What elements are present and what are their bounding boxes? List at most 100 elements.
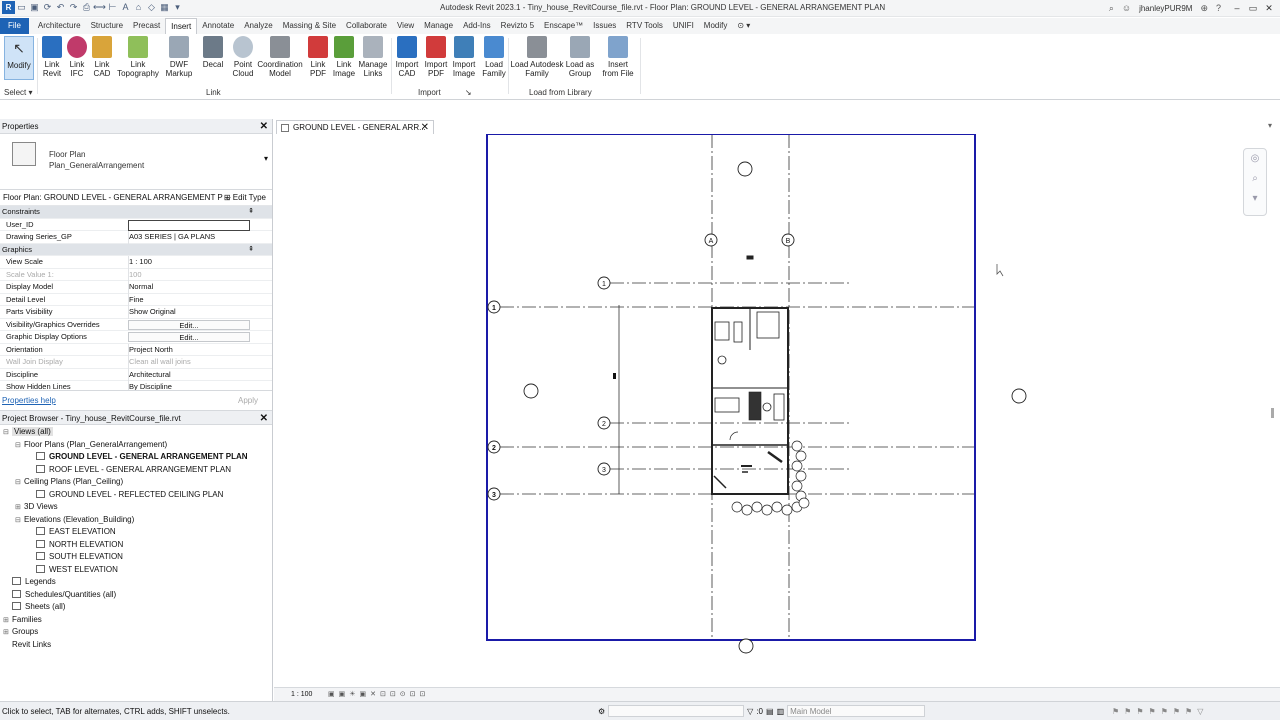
workset-dropdown[interactable]: [608, 705, 745, 717]
tab-insert[interactable]: Insert: [165, 18, 198, 34]
property-value[interactable]: By Discipline: [128, 381, 250, 390]
edit-button[interactable]: Edit...: [128, 319, 250, 330]
browser-item[interactable]: Schedules/Quantities (all): [0, 589, 272, 602]
link-revit-button[interactable]: Link Revit: [40, 36, 64, 78]
floor-plan-drawing[interactable]: A B 1 2 3 1 2 3: [274, 134, 1280, 687]
tab-add-ins[interactable]: Add-Ins: [458, 18, 496, 34]
print-icon[interactable]: ⎙: [80, 1, 93, 14]
browser-item[interactable]: GROUND LEVEL - REFLECTED CEILING PLAN: [0, 489, 272, 502]
drawing-canvas[interactable]: A B 1 2 3 1 2 3: [274, 134, 1280, 687]
load-autodesk-family-button[interactable]: Load Autodesk Family: [510, 36, 564, 78]
search-icon[interactable]: ⌕: [1106, 3, 1117, 14]
maximize-icon[interactable]: ▭: [1245, 3, 1261, 14]
link-image-button[interactable]: Link Image: [332, 36, 356, 78]
collapse-group-icon[interactable]: ⇞: [248, 206, 254, 219]
measure-icon[interactable]: ⟷: [93, 1, 106, 14]
tab-file[interactable]: File: [0, 18, 29, 34]
save-icon[interactable]: ▣: [28, 1, 41, 14]
view-controls-icons[interactable]: ▣▣☀▣✕⊡⊡⊙⊡⊡: [328, 688, 429, 702]
property-value[interactable]: 1 : 100: [128, 256, 250, 269]
tab-analyze[interactable]: Analyze: [239, 18, 277, 34]
browser-item[interactable]: Legends: [0, 576, 272, 589]
tab-collaborate[interactable]: Collaborate: [341, 18, 392, 34]
decal-button[interactable]: Decal: [200, 36, 226, 69]
browser-item[interactable]: ⊟ Elevations (Elevation_Building): [0, 514, 272, 527]
property-value[interactable]: Fine: [128, 293, 250, 306]
tab-view[interactable]: View: [392, 18, 419, 34]
browser-item[interactable]: SOUTH ELEVATION: [0, 551, 272, 564]
close-properties-icon[interactable]: ✕: [260, 119, 268, 134]
switch-windows-icon[interactable]: ▦: [158, 1, 171, 14]
customize-qat-icon[interactable]: ▾: [171, 1, 184, 14]
tab-ground-level-view[interactable]: GROUND LEVEL - GENERAL ARR... ✕: [276, 120, 434, 135]
user-name[interactable]: jhanleyPUR9M: [1136, 4, 1195, 13]
close-view-icon[interactable]: ✕: [421, 121, 429, 135]
coordination-model-button[interactable]: Coordination Model: [256, 36, 304, 78]
redo-icon[interactable]: ↷: [67, 1, 80, 14]
property-group[interactable]: Graphics ⇞: [0, 243, 272, 256]
navigation-bar[interactable]: ◎ ⌕ ▾: [1243, 148, 1267, 216]
minimize-icon[interactable]: –: [1229, 3, 1245, 13]
tab-modify[interactable]: Modify: [699, 18, 733, 34]
browser-item[interactable]: GROUND LEVEL - GENERAL ARRANGEMENT PLAN: [0, 451, 272, 464]
browser-item[interactable]: ⊟ Views (all): [0, 426, 272, 439]
tab-massing-site[interactable]: Massing & Site: [278, 18, 341, 34]
insert-from-file-button[interactable]: Insert from File: [600, 36, 636, 78]
property-value[interactable]: Show Original: [128, 306, 250, 319]
browser-item[interactable]: ⊟ Ceiling Plans (Plan_Ceiling): [0, 476, 272, 489]
apply-button[interactable]: Apply: [238, 395, 258, 407]
property-value[interactable]: Architectural: [128, 368, 250, 381]
nav-menu-icon[interactable]: ▾: [1244, 189, 1266, 209]
editable-only-icon[interactable]: ▤: [766, 702, 774, 721]
browser-item[interactable]: WEST ELEVATION: [0, 564, 272, 577]
tab-structure[interactable]: Structure: [86, 18, 128, 34]
import-pdf-button[interactable]: Import PDF: [422, 36, 450, 78]
import-cad-button[interactable]: Import CAD: [393, 36, 421, 78]
import-image-button[interactable]: Import Image: [450, 36, 478, 78]
tab-annotate[interactable]: Annotate: [197, 18, 239, 34]
browser-item[interactable]: ⊞ 3D Views: [0, 501, 272, 514]
property-group[interactable]: Constraints ⇞: [0, 206, 272, 219]
browser-item[interactable]: ⊞ Groups: [0, 626, 272, 639]
tab-issues[interactable]: Issues: [588, 18, 621, 34]
user-icon[interactable]: ☺: [1119, 3, 1134, 13]
close-icon[interactable]: ✕: [1261, 3, 1277, 14]
select-dropdown[interactable]: Select ▾: [4, 88, 32, 97]
browser-item[interactable]: ⊟ Floor Plans (Plan_GeneralArrangement): [0, 439, 272, 452]
load-family-button[interactable]: Load Family: [480, 36, 508, 78]
link-cad-button[interactable]: Link CAD: [90, 36, 114, 78]
tab-precast[interactable]: Precast: [128, 18, 165, 34]
open-icon[interactable]: ▭: [15, 1, 28, 14]
dimension-icon[interactable]: ⊢: [106, 1, 119, 14]
steering-wheel-icon[interactable]: ◎: [1244, 149, 1266, 169]
load-as-group-button[interactable]: Load as Group: [564, 36, 596, 78]
property-value[interactable]: A03 SERIES | GA PLANS: [128, 231, 250, 244]
section-icon[interactable]: ◇: [145, 1, 158, 14]
selection-toggles-icons[interactable]: ⚑⚑⚑⚑⚑⚑⚑▽: [1112, 702, 1208, 721]
worksets-icon[interactable]: ⚙: [598, 702, 605, 721]
edit-button[interactable]: Edit...: [128, 332, 250, 342]
view-tabs-menu-icon[interactable]: ▾: [1268, 121, 1272, 130]
design-option-dropdown[interactable]: Main Model: [787, 705, 926, 717]
edit-type-button[interactable]: ⊞ Edit Type: [224, 190, 266, 206]
type-selector[interactable]: Floor Plan Plan_GeneralArrangement ▾: [0, 134, 272, 190]
view-3d-icon[interactable]: ⌂: [132, 1, 145, 14]
link-topography-button[interactable]: Link Topography: [116, 36, 160, 78]
property-value[interactable]: [128, 219, 250, 231]
browser-item[interactable]: NORTH ELEVATION: [0, 539, 272, 552]
tab-architecture[interactable]: Architecture: [33, 18, 86, 34]
tab-rtv-tools[interactable]: RTV Tools: [621, 18, 668, 34]
link-ifc-button[interactable]: Link IFC: [66, 36, 88, 78]
instance-filter[interactable]: Floor Plan: GROUND LEVEL - GENERAL ARRAN…: [0, 190, 272, 206]
browser-item[interactable]: ROOF LEVEL - GENERAL ARRANGEMENT PLAN: [0, 464, 272, 477]
modify-button[interactable]: ↖ Modify: [4, 36, 34, 80]
dwf-markup-button[interactable]: DWF Markup: [164, 36, 194, 78]
close-browser-icon[interactable]: ✕: [260, 411, 268, 426]
tab-manage[interactable]: Manage: [419, 18, 458, 34]
chevron-down-icon[interactable]: ▾: [264, 154, 268, 163]
property-value[interactable]: Project North: [128, 343, 250, 356]
cart-icon[interactable]: ⊕: [1197, 3, 1211, 14]
link-pdf-button[interactable]: Link PDF: [306, 36, 330, 78]
ribbon-toggle-icon[interactable]: ⊙ ▾: [732, 18, 755, 34]
point-cloud-button[interactable]: Point Cloud: [230, 36, 256, 78]
